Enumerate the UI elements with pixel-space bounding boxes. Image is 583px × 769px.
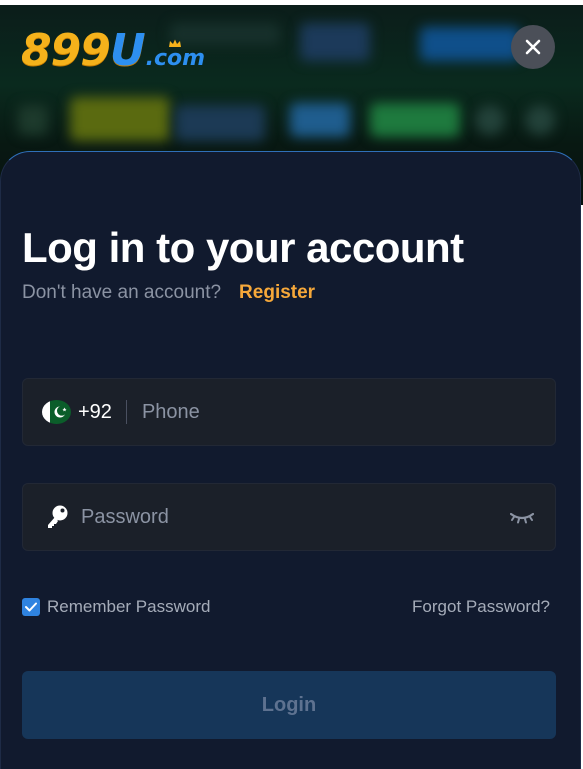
- crown-icon: [169, 39, 181, 47]
- logo-text-main: 899U: [21, 25, 146, 76]
- field-divider: [125, 400, 127, 424]
- phone-field[interactable]: +92: [22, 378, 556, 446]
- login-panel: Log in to your account Don't have an acc…: [0, 151, 581, 769]
- pakistan-flag-icon: [42, 400, 71, 424]
- logo-text-suffix: .com: [145, 46, 206, 71]
- logo-text-899: 899: [21, 25, 111, 76]
- login-button[interactable]: Login: [22, 671, 556, 739]
- password-input[interactable]: [81, 505, 509, 529]
- remember-password-checkbox[interactable]: Remember Password: [22, 597, 210, 617]
- password-field[interactable]: [22, 483, 556, 551]
- key-icon: [45, 504, 71, 530]
- page-title: Log in to your account: [22, 224, 464, 271]
- phone-input[interactable]: [141, 400, 555, 424]
- brand-logo[interactable]: 899U .com: [21, 25, 205, 76]
- register-prompt: Don't have an account? Register: [22, 282, 315, 304]
- checkbox-checked-icon[interactable]: [22, 598, 40, 616]
- forgot-password-link[interactable]: Forgot Password?: [412, 597, 550, 617]
- no-account-text: Don't have an account?: [22, 282, 222, 303]
- eye-closed-icon[interactable]: [509, 509, 535, 525]
- close-icon: [525, 39, 541, 55]
- remember-password-label: Remember Password: [47, 597, 211, 616]
- close-button[interactable]: [511, 25, 555, 69]
- country-code-selector[interactable]: +92: [78, 401, 112, 424]
- logo-text-u: U: [109, 25, 146, 76]
- register-link[interactable]: Register: [239, 282, 315, 304]
